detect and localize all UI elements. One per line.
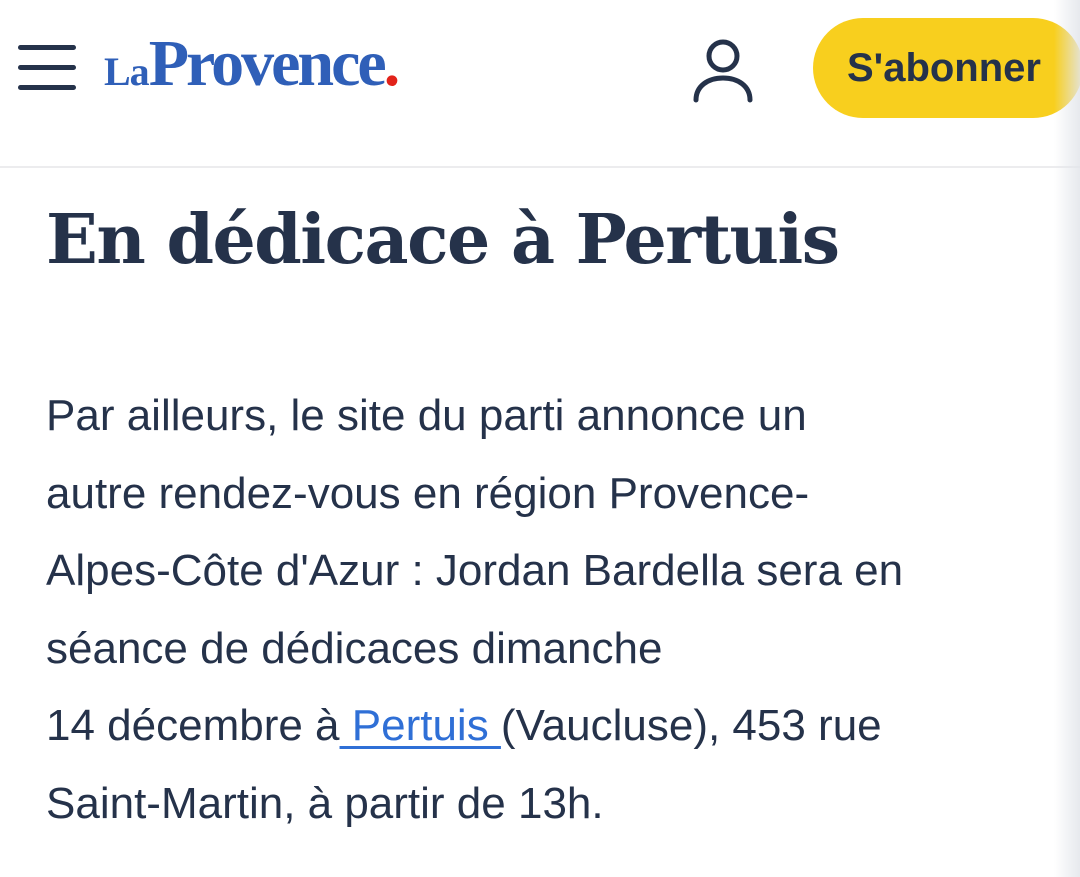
logo-name: Provence <box>148 27 387 100</box>
paragraph-line: autre rendez-vous en région Provence- <box>46 468 810 518</box>
user-icon[interactable] <box>690 38 756 104</box>
menu-bar <box>18 85 76 90</box>
pertuis-link[interactable]: Pertuis <box>340 701 501 750</box>
paragraph-line-with-link: 14 décembre à Pertuis (Vaucluse), 453 ru… <box>46 687 1046 765</box>
paragraph-text: 14 décembre à <box>46 701 340 750</box>
hamburger-menu-icon[interactable] <box>16 40 78 96</box>
menu-bar <box>18 45 76 50</box>
logo-prefix: La <box>104 49 150 94</box>
paragraph-line: Par ailleurs, le site du parti annonce u… <box>46 391 807 440</box>
menu-bar <box>18 65 76 70</box>
paragraph-line: Saint-Martin, à partir de 13h. <box>46 778 604 828</box>
site-header: La Provence . S'abonner <box>0 0 1080 168</box>
article-paragraph: Par ailleurs, le site du parti annonce u… <box>46 377 1046 842</box>
paragraph-line: séance de dédicaces dimanche <box>46 623 663 673</box>
article-headline: En dédicace à Pertuis <box>46 200 840 280</box>
logo-dot: . <box>383 27 400 100</box>
site-logo[interactable]: La Provence . <box>104 26 400 106</box>
subscribe-button[interactable]: S'abonner <box>813 18 1080 118</box>
paragraph-text: (Vaucluse), 453 rue <box>500 701 882 750</box>
paragraph-line: Alpes-Côte d'Azur : Jordan Bardella sera… <box>46 546 904 595</box>
user-icon-graphic <box>693 39 753 103</box>
